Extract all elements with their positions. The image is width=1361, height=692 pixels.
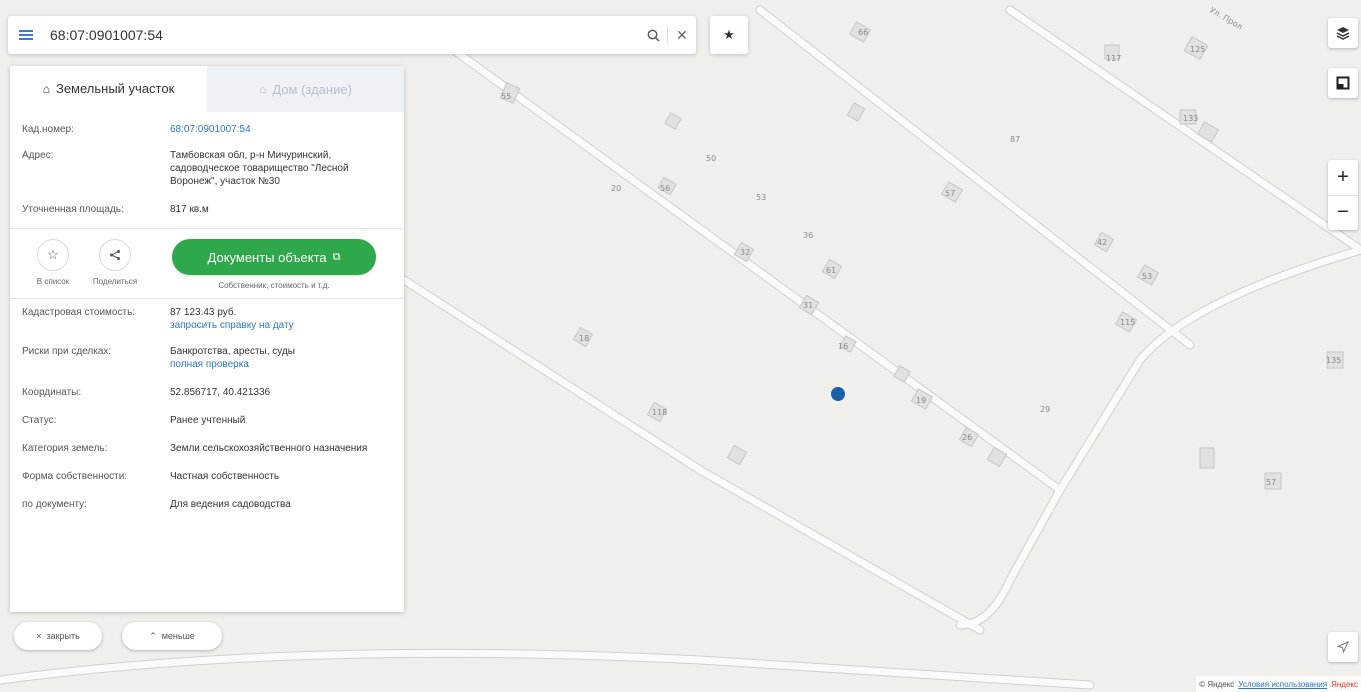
layers-button[interactable] (1328, 18, 1358, 48)
favorite-action: ☆ В список (22, 239, 84, 286)
row-value: Земли сельскохозяйственного назначения (170, 443, 368, 454)
copyright-text: © Яндекс (1199, 679, 1235, 689)
location-marker (831, 387, 845, 401)
tab-building[interactable]: ⌂ Дом (здание) (207, 66, 404, 112)
house-icon: ⌂ (259, 82, 267, 96)
documents-action: Документы объекта ⧉ Собственник, стоимос… (156, 239, 392, 290)
layers-icon (1336, 27, 1350, 40)
request-certificate-link[interactable]: запросить справку на дату (170, 319, 392, 332)
row-key: Категория земель: (22, 443, 108, 454)
info-row-cadastral-value: Кадастровая стоимость: 87 123.43 руб. зап… (22, 301, 392, 337)
search-button[interactable] (639, 16, 667, 54)
row-value: Ранее учтенный (170, 415, 246, 426)
less-label: меньше (161, 631, 195, 641)
favorite-button[interactable]: ☆ (37, 239, 69, 271)
attribution: © Яндекс Условия использования Яндекс (1196, 676, 1361, 692)
tab-label: Земельный участок (55, 81, 175, 96)
tab-bar: ⌂ Земельный участок ⌂ Дом (здание) (10, 66, 404, 112)
row-key: Координаты: (22, 387, 82, 398)
row-key: по документу: (22, 499, 87, 510)
minus-icon: − (1337, 201, 1349, 224)
external-link-icon: ⧉ (332, 250, 341, 263)
row-key: Уточненная площадь: (22, 204, 124, 215)
row-value: 52.856717, 40.421336 (170, 387, 271, 398)
close-panel-button[interactable]: × закрыть (14, 622, 102, 650)
collapse-panel-button[interactable]: ⌃ меньше (122, 622, 222, 650)
row-value: Банкротства, аресты, суды (170, 346, 295, 357)
row-key: Риски при сделках: (22, 346, 112, 357)
documents-subtitle: Собственник, стоимость и т.д. (218, 281, 330, 290)
zoom-in-button[interactable]: + (1328, 160, 1358, 195)
zoom-control: + − (1328, 160, 1358, 230)
square-icon (1336, 76, 1350, 90)
info-row-area: Уточненная площадь: 817 кв.м (22, 193, 392, 224)
search-bar: ✕ (8, 16, 696, 54)
hamburger-icon (19, 34, 33, 36)
close-icon: ✕ (676, 26, 688, 43)
brand-logo: Яндекс (1331, 679, 1358, 689)
info-rows-bottom: Кадастровая стоимость: 87 123.43 руб. зап… (10, 301, 404, 516)
row-value: Тамбовская обл, р-н Мичуринский, садовод… (170, 150, 349, 187)
info-rows-top: Кад.номер: 68:07:0901007:54 Адрес: Тамбо… (10, 112, 404, 224)
row-value: Частная собственность (170, 471, 280, 482)
zoom-out-button[interactable]: − (1328, 196, 1358, 231)
row-key: Кад.номер: (22, 124, 74, 135)
tab-land-plot[interactable]: ⌂ Земельный участок (10, 66, 207, 112)
location-arrow-icon (1337, 641, 1349, 653)
info-row-address: Адрес: Тамбовская обл, р-н Мичуринский, … (22, 141, 392, 193)
documents-button[interactable]: Документы объекта ⧉ (172, 239, 376, 275)
cadastral-number-link[interactable]: 68:07:0901007:54 (170, 123, 392, 136)
row-key: Кадастровая стоимость: (22, 307, 136, 318)
row-value: Для ведения садоводства (170, 499, 291, 510)
close-label: закрыть (46, 631, 80, 641)
share-label: Поделиться (92, 277, 138, 286)
clear-button[interactable]: ✕ (668, 16, 696, 54)
row-value: 87 123.43 руб. (170, 307, 237, 318)
row-key: Статус: (22, 415, 57, 426)
star-outline-icon: ☆ (47, 247, 59, 262)
terms-link[interactable]: Условия использования (1238, 680, 1327, 689)
share-action: Поделиться (84, 239, 146, 286)
info-row-risks: Риски при сделках: Банкротства, аресты, … (22, 337, 392, 376)
share-icon (110, 250, 120, 260)
favorite-label: В список (36, 277, 70, 286)
info-row-cadastral-number: Кад.номер: 68:07:0901007:54 (22, 118, 392, 141)
menu-button[interactable] (8, 16, 44, 54)
chevron-up-icon: ⌃ (149, 630, 157, 641)
full-check-link[interactable]: полная проверка (170, 358, 392, 371)
actions-bar: ☆ В список Поделиться Документы объекта … (10, 228, 404, 299)
info-row-coordinates: Координаты: 52.856717, 40.421336 (22, 376, 392, 404)
tab-label: Дом (здание) (272, 81, 352, 97)
row-key: Адрес: (22, 150, 54, 161)
info-row-ownership: Форма собственности: Частная собственнос… (22, 460, 392, 488)
bookmark-button[interactable]: ★ (710, 16, 748, 54)
geolocation-button[interactable] (1328, 632, 1358, 662)
star-icon: ★ (723, 27, 735, 42)
info-row-usage: по документу: Для ведения садоводства (22, 488, 392, 516)
plus-icon: + (1337, 165, 1349, 188)
close-icon: × (36, 631, 42, 641)
row-key: Форма собственности: (22, 471, 128, 482)
row-value: 817 кв.м (170, 204, 209, 215)
search-input[interactable] (44, 16, 639, 54)
land-icon: ⌂ (42, 81, 50, 96)
search-icon (647, 29, 659, 41)
info-row-land-category: Категория земель: Земли сельскохозяйстве… (22, 432, 392, 460)
share-button[interactable] (99, 239, 131, 271)
documents-button-label: Документы объекта (207, 249, 327, 265)
info-panel: ⌂ Земельный участок ⌂ Дом (здание) Кад.н… (10, 66, 404, 612)
info-row-status: Статус: Ранее учтенный (22, 404, 392, 432)
map-type-button[interactable] (1328, 68, 1358, 98)
